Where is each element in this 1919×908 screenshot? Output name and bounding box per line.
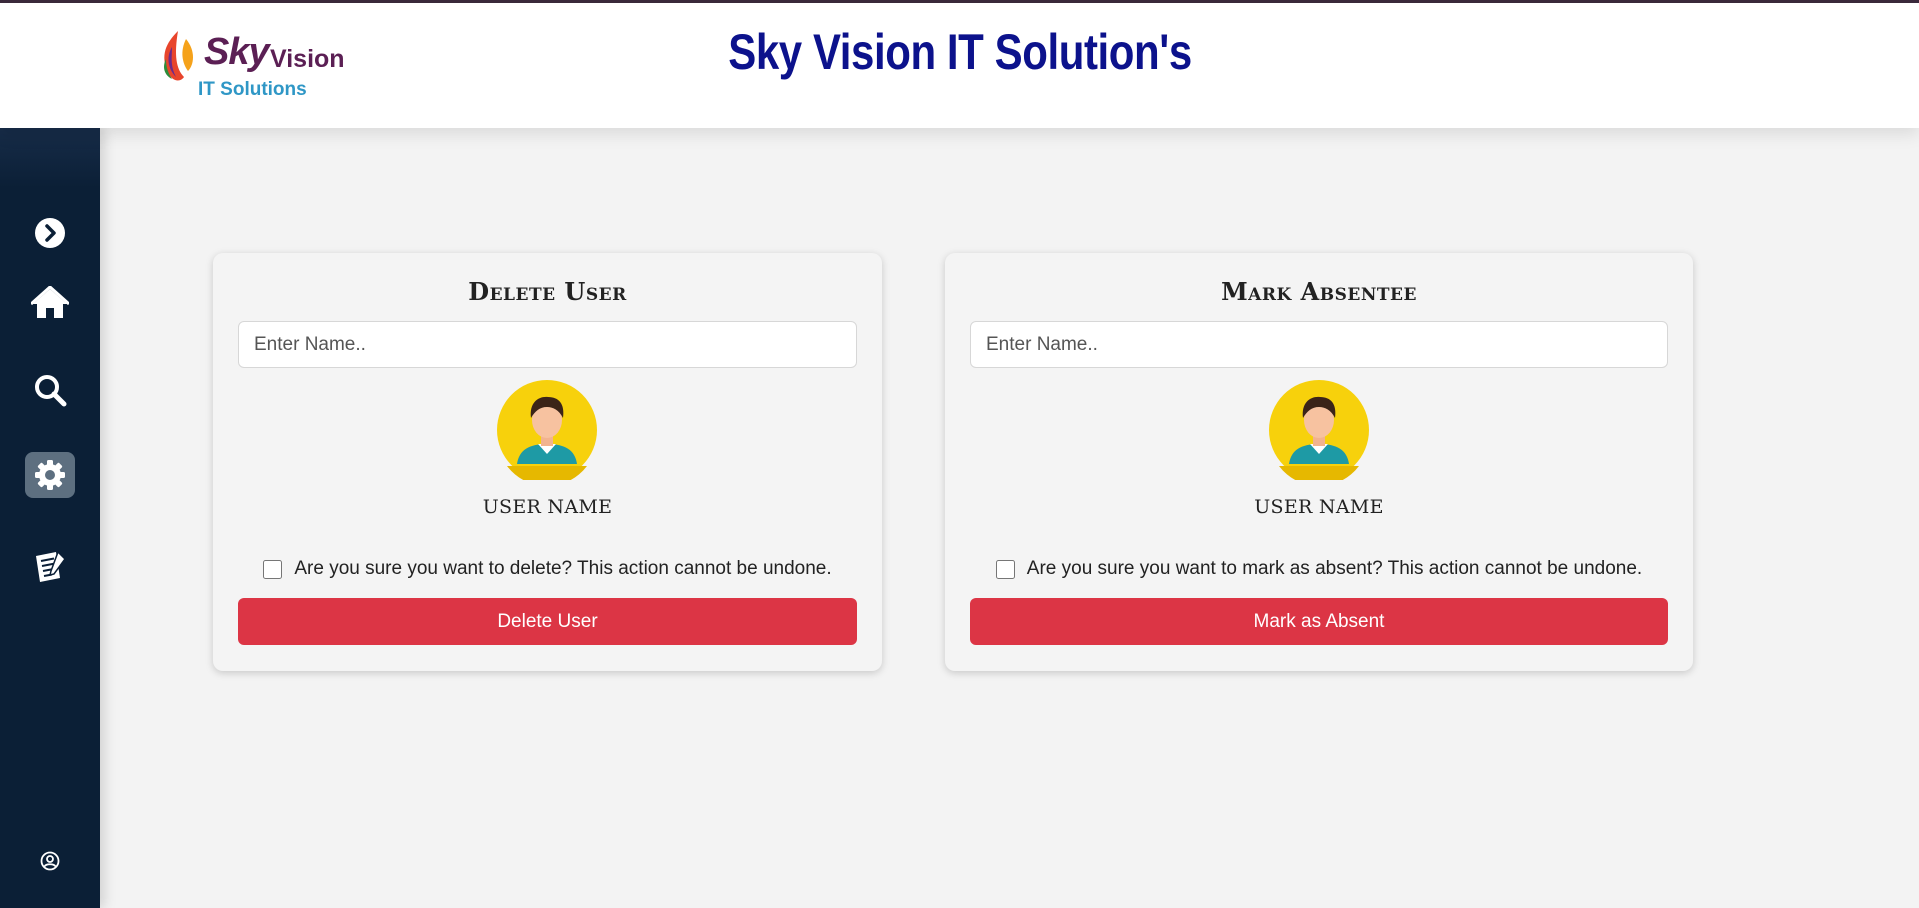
user-circle-icon xyxy=(40,851,60,871)
logo-word-vision: Vision xyxy=(270,45,345,73)
sidebar-item-search[interactable] xyxy=(25,367,75,413)
delete-user-name-input[interactable] xyxy=(238,321,857,368)
sidebar-item-expand[interactable] xyxy=(25,210,75,256)
delete-confirm-row[interactable]: Are you sure you want to delete? This ac… xyxy=(213,558,882,580)
user-name-label: USER NAME xyxy=(1254,496,1384,518)
logo-subtitle: IT Solutions xyxy=(198,79,307,100)
app-header: Sky Vision IT Solutions Sky Vision IT So… xyxy=(0,3,1919,128)
mark-absent-button[interactable]: Mark as Absent xyxy=(970,598,1668,645)
delete-user-title: Delete User xyxy=(468,277,627,306)
chevron-right-circle-icon xyxy=(35,218,65,248)
user-name-label: USER NAME xyxy=(482,496,613,518)
sidebar-item-settings[interactable] xyxy=(25,452,75,498)
avatar xyxy=(1269,380,1369,480)
delete-user-card: Delete User USER NAME Are you sure you w… xyxy=(213,253,882,671)
delete-confirm-text: Are you sure you want to delete? This ac… xyxy=(294,558,832,579)
avatar xyxy=(497,380,597,480)
sidebar-item-reports[interactable] xyxy=(25,543,75,589)
logo-word-sky: Sky xyxy=(204,31,270,73)
sidebar-item-profile[interactable] xyxy=(25,838,75,884)
page-title: Sky Vision IT Solution's xyxy=(728,24,1192,80)
company-logo[interactable]: Sky Vision IT Solutions xyxy=(158,27,348,107)
flame-logo-icon xyxy=(164,31,193,81)
home-icon xyxy=(31,286,69,318)
sidebar-item-home[interactable] xyxy=(25,280,75,326)
search-icon xyxy=(35,375,67,407)
sidebar xyxy=(0,128,100,908)
absent-confirm-row[interactable]: Are you sure you want to mark as absent?… xyxy=(945,558,1693,580)
notepad-icon xyxy=(36,550,66,582)
delete-user-button[interactable]: Delete User xyxy=(238,598,857,645)
absent-confirm-text: Are you sure you want to mark as absent?… xyxy=(1026,558,1643,579)
absentee-name-input[interactable] xyxy=(970,321,1668,368)
mark-absentee-card: Mark Absentee USER NAME Are you sure you… xyxy=(945,253,1693,671)
delete-confirm-checkbox[interactable] xyxy=(263,559,283,579)
mark-absentee-title: Mark Absentee xyxy=(1221,277,1417,306)
absent-confirm-checkbox[interactable] xyxy=(995,559,1015,579)
gear-icon xyxy=(35,460,65,490)
